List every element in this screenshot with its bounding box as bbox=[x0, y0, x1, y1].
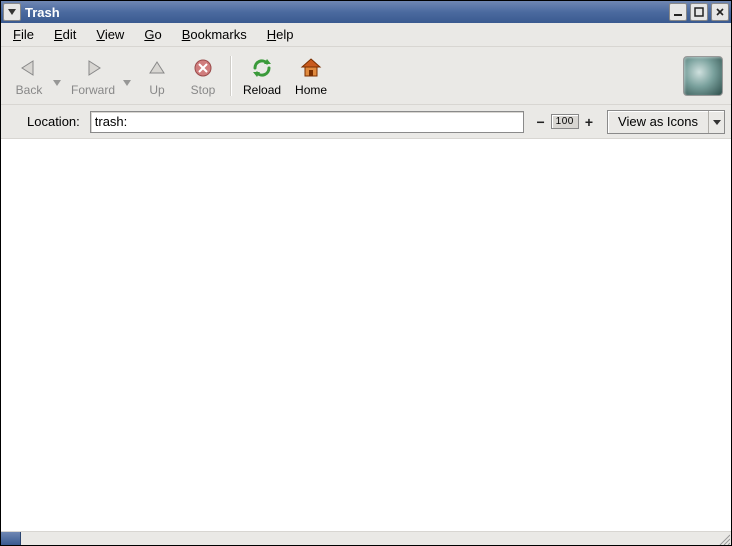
menu-go[interactable]: Go bbox=[138, 25, 167, 44]
location-label: Location: bbox=[7, 114, 84, 129]
location-bar: Location: − 100 + View as Icons bbox=[1, 105, 731, 139]
back-history-dropdown[interactable] bbox=[53, 66, 63, 86]
menu-view[interactable]: View bbox=[90, 25, 130, 44]
back-icon bbox=[18, 54, 40, 82]
menu-edit[interactable]: Edit bbox=[48, 25, 82, 44]
reload-button[interactable]: Reload bbox=[237, 52, 287, 99]
back-button[interactable]: Back bbox=[7, 52, 51, 99]
toolbar-separator bbox=[230, 56, 232, 96]
zoom-value[interactable]: 100 bbox=[551, 114, 579, 129]
window-menu-button[interactable] bbox=[3, 3, 21, 21]
menu-help[interactable]: Help bbox=[261, 25, 300, 44]
location-input[interactable] bbox=[90, 111, 525, 133]
toolbar: Back Forward Up bbox=[1, 47, 731, 105]
title-bar: Trash bbox=[1, 1, 731, 23]
home-button[interactable]: Home bbox=[289, 52, 333, 99]
forward-label: Forward bbox=[71, 83, 115, 97]
chevron-down-icon bbox=[708, 111, 724, 133]
close-button[interactable] bbox=[711, 3, 729, 21]
stop-icon bbox=[192, 54, 214, 82]
reload-icon bbox=[250, 54, 274, 82]
window: Trash File Edit View Go Bookmarks Help B… bbox=[0, 0, 732, 546]
forward-button[interactable]: Forward bbox=[65, 52, 121, 99]
back-label: Back bbox=[16, 83, 43, 97]
zoom-out-button[interactable]: − bbox=[534, 114, 546, 130]
stop-label: Stop bbox=[191, 83, 216, 97]
home-icon bbox=[299, 54, 323, 82]
reload-label: Reload bbox=[243, 83, 281, 97]
minimize-button[interactable] bbox=[669, 3, 687, 21]
menu-bookmarks[interactable]: Bookmarks bbox=[176, 25, 253, 44]
home-label: Home bbox=[295, 83, 327, 97]
up-button[interactable]: Up bbox=[135, 52, 179, 99]
view-mode-combo[interactable]: View as Icons bbox=[607, 110, 725, 134]
up-label: Up bbox=[149, 83, 164, 97]
menu-file[interactable]: File bbox=[7, 25, 40, 44]
throbber-icon bbox=[683, 56, 723, 96]
content-area[interactable] bbox=[1, 139, 731, 531]
status-bar bbox=[1, 531, 731, 545]
up-icon bbox=[146, 54, 168, 82]
status-bar-grip bbox=[1, 532, 21, 545]
resize-grip[interactable] bbox=[715, 532, 731, 546]
forward-history-dropdown[interactable] bbox=[123, 66, 133, 86]
zoom-in-button[interactable]: + bbox=[583, 114, 595, 130]
stop-button[interactable]: Stop bbox=[181, 52, 225, 99]
maximize-button[interactable] bbox=[690, 3, 708, 21]
window-title: Trash bbox=[25, 5, 666, 20]
view-mode-label: View as Icons bbox=[608, 114, 708, 129]
menu-bar: File Edit View Go Bookmarks Help bbox=[1, 23, 731, 47]
forward-icon bbox=[82, 54, 104, 82]
zoom-control: − 100 + bbox=[534, 114, 595, 130]
